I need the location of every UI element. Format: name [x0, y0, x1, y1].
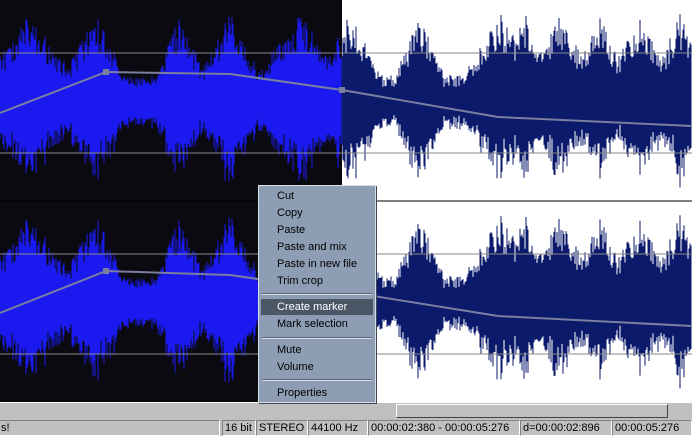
menu-separator [262, 293, 372, 295]
left-channel-envelope-handle [339, 87, 345, 93]
left-channel-envelope-handle [103, 69, 109, 75]
menu-separator [262, 379, 372, 381]
scrollbar-thumb[interactable] [396, 404, 668, 418]
menu-item-volume[interactable]: Volume [261, 359, 373, 375]
menu-item-copy[interactable]: Copy [261, 205, 373, 221]
horizontal-scrollbar[interactable] [0, 402, 692, 419]
status-duration: d=00:00:02:896 [520, 420, 612, 436]
status-channels: STEREO [256, 420, 308, 436]
menu-item-paste[interactable]: Paste [261, 222, 373, 238]
status-selection-range: 00:00:02:380 - 00:00:05:276 [368, 420, 520, 436]
status-total-length: 00:00:05:276 [612, 420, 692, 436]
menu-item-cut[interactable]: Cut [261, 188, 373, 204]
menu-item-create-marker[interactable]: Create marker [261, 299, 373, 315]
menu-separator [262, 337, 372, 339]
status-sample-rate: 44100 Hz [308, 420, 368, 436]
menu-item-trim-crop[interactable]: Trim crop [261, 273, 373, 289]
status-message: s! [0, 420, 220, 436]
menu-item-paste-and-mix[interactable]: Paste and mix [261, 239, 373, 255]
right-channel-envelope-handle [103, 268, 109, 274]
context-menu: Cut Copy Paste Paste and mix Paste in ne… [258, 185, 376, 403]
menu-item-properties[interactable]: Properties [261, 385, 373, 401]
status-bar: s! 16 bit STEREO 44100 Hz 00:00:02:380 -… [0, 419, 692, 436]
menu-item-mark-selection[interactable]: Mark selection [261, 316, 373, 332]
menu-item-mute[interactable]: Mute [261, 342, 373, 358]
status-bit-depth: 16 bit [222, 420, 256, 436]
menu-item-paste-in-new-file[interactable]: Paste in new file [261, 256, 373, 272]
